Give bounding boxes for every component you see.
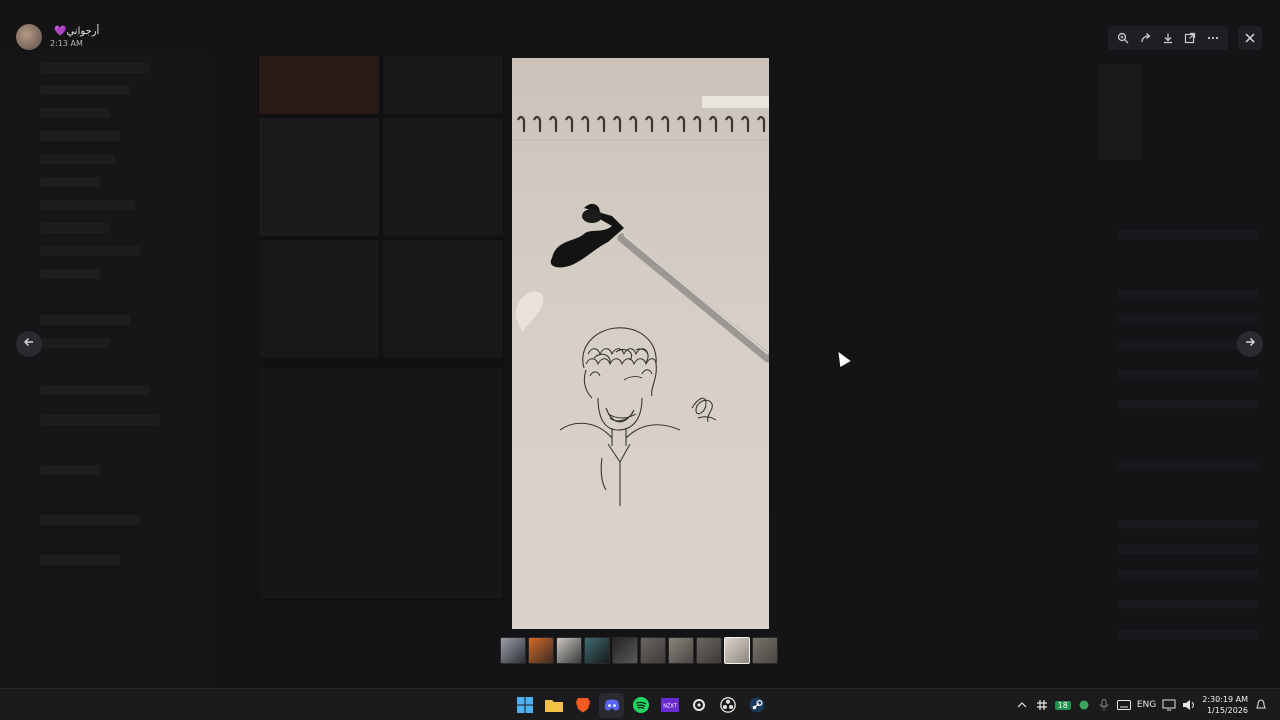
clock[interactable]: 2:30:19 AM 1/15/2026 [1202,694,1248,716]
image-viewer[interactable] [512,58,769,629]
channel-sidebar [0,55,210,688]
thumbnail[interactable] [640,637,666,664]
clock-date: 1/15/2026 [1206,706,1248,715]
network-icon[interactable] [1162,698,1176,712]
avatar [16,24,42,50]
tray-badge[interactable]: 18 [1054,700,1071,710]
folder-icon[interactable] [541,693,566,718]
viewer-toolbar [1108,26,1228,50]
media-grid [258,55,506,600]
previous-image-button[interactable] [16,331,42,357]
arrow-left-icon [23,336,35,352]
uploader-name: أرجواني [66,26,100,37]
discord-icon[interactable] [599,692,624,718]
keyboard-icon[interactable] [1116,698,1131,712]
thumbnail[interactable] [668,637,694,664]
member-list [1100,60,1280,660]
clock-time: 2:30:19 AM [1202,695,1248,704]
download-icon[interactable] [1159,29,1177,47]
arrow-right-icon [1244,336,1256,352]
open-external-icon[interactable] [1181,29,1199,47]
uploader-info: أرجواني💜 2:13 AM [16,24,99,50]
settings-icon[interactable] [686,693,711,718]
thumbnail[interactable] [612,637,638,664]
language-indicator[interactable]: ENG [1137,700,1156,710]
thumbnail[interactable] [584,637,610,664]
volume-icon[interactable] [1182,698,1196,712]
thumbnail-active[interactable] [724,637,750,664]
steam-icon[interactable] [744,693,769,718]
thumbnail[interactable] [696,637,722,664]
brave-icon[interactable] [570,693,595,718]
status-dot-icon[interactable] [1077,698,1091,712]
thumbnail[interactable] [752,637,778,664]
windows-icon[interactable] [512,693,537,718]
spotify-icon[interactable] [628,693,653,718]
screen: أرجواني💜 2:13 AM NZXT 18 ENG 2:30:19 AM … [0,0,1280,720]
notification-icon[interactable] [1254,698,1268,712]
svg-text:NZXT: NZXT [663,704,678,710]
upload-time: 2:13 AM [50,39,83,48]
thumbnail-strip [500,637,778,664]
chevron-up-icon[interactable] [1015,698,1029,712]
taskbar: NZXT 18 ENG 2:30:19 AM 1/15/2026 [0,688,1280,720]
thumbnail[interactable] [528,637,554,664]
forward-icon[interactable] [1137,29,1155,47]
microphone-icon[interactable] [1097,698,1111,712]
heart-icon: 💜 [54,26,67,37]
thumbnail[interactable] [556,637,582,664]
thumbnail[interactable] [500,637,526,664]
sketch-photo [512,58,769,629]
obs-icon[interactable] [715,693,740,718]
zoom-in-icon[interactable] [1114,29,1132,47]
slack-icon[interactable] [1035,698,1049,712]
nzxt-icon[interactable]: NZXT [657,693,682,718]
system-tray: 18 ENG 2:30:19 AM 1/15/2026 [1015,689,1280,720]
more-icon[interactable] [1204,29,1222,47]
next-image-button[interactable] [1237,331,1263,357]
close-icon[interactable] [1238,26,1262,50]
taskbar-apps: NZXT [512,689,769,720]
